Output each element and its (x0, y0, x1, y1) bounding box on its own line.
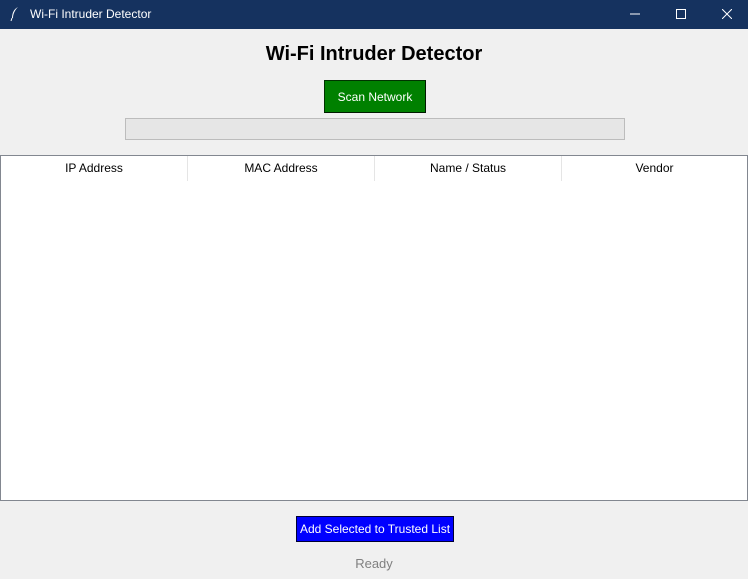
column-name-status[interactable]: Name / Status (375, 156, 562, 181)
status-label: Ready (355, 556, 393, 571)
title-bar[interactable]: Wi-Fi Intruder Detector (0, 0, 748, 29)
page-title: Wi-Fi Intruder Detector (265, 43, 483, 65)
add-to-trusted-button[interactable]: Add Selected to Trusted List (296, 516, 454, 542)
table-body[interactable] (1, 181, 747, 500)
column-vendor[interactable]: Vendor (562, 156, 747, 181)
close-button[interactable] (704, 0, 748, 29)
maximize-icon (676, 9, 686, 19)
scan-network-button[interactable]: Scan Network (324, 80, 426, 113)
maximize-button[interactable] (658, 0, 704, 29)
window-title: Wi-Fi Intruder Detector (30, 7, 152, 21)
close-icon (722, 9, 732, 19)
table-header: IP Address MAC Address Name / Status Ven… (1, 156, 747, 181)
column-mac-address[interactable]: MAC Address (188, 156, 375, 181)
minimize-button[interactable] (612, 0, 658, 29)
scan-progress-bar (125, 118, 625, 140)
feather-icon (10, 6, 20, 22)
minimize-icon (630, 13, 640, 15)
column-ip-address[interactable]: IP Address (1, 156, 188, 181)
devices-table[interactable]: IP Address MAC Address Name / Status Ven… (0, 155, 748, 501)
